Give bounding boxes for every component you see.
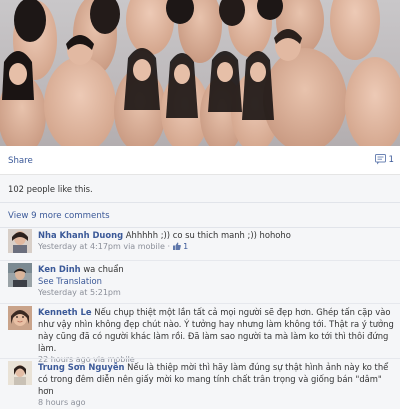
divider bbox=[0, 227, 400, 228]
comment-body: Trung Sơn Nguyễn Nếu là thiệp mời thì hã… bbox=[38, 361, 394, 409]
comment-author[interactable]: Kenneth Le bbox=[38, 307, 92, 317]
comment-author[interactable]: Ken Dinh bbox=[38, 264, 81, 274]
speech-bubble-icon bbox=[374, 153, 386, 167]
comment-count-button[interactable]: 1 bbox=[374, 153, 394, 167]
avatar[interactable] bbox=[8, 229, 32, 253]
divider bbox=[0, 202, 400, 203]
comment-meta: Yesterday at 4:17pm via mobile · 1 bbox=[38, 241, 394, 254]
likes-summary[interactable]: 102 people like this. bbox=[8, 184, 93, 194]
avatar[interactable] bbox=[8, 306, 32, 330]
comment-like-count[interactable]: 1 bbox=[183, 242, 188, 251]
thumbs-up-icon[interactable] bbox=[172, 242, 181, 254]
feedback-section: 102 people like this. View 9 more commen… bbox=[0, 175, 400, 409]
avatar[interactable] bbox=[8, 263, 32, 287]
comment-timestamp[interactable]: Yesterday at 4:17pm bbox=[38, 242, 121, 251]
comment-timestamp[interactable]: Yesterday at 5:21pm bbox=[38, 288, 121, 297]
comment-timestamp[interactable]: 8 hours ago bbox=[38, 398, 86, 407]
comment-author[interactable]: Trung Sơn Nguyễn bbox=[38, 362, 125, 372]
comment-item: Kenneth Le Nếu chụp thiệt một lần tất cả… bbox=[0, 306, 400, 364]
comment-item: Ken Dinh wa chuẩn See Translation Yester… bbox=[0, 263, 400, 305]
comment-source: via mobile bbox=[123, 242, 165, 251]
divider bbox=[0, 358, 400, 359]
comment-body: Ken Dinh wa chuẩn See Translation Yester… bbox=[38, 263, 394, 299]
facebook-post: Share 1 102 people like this. View 9 mor… bbox=[0, 0, 400, 409]
comment-text: Nếu chụp thiệt một lần tất cả mọi người … bbox=[38, 307, 394, 353]
comment-author[interactable]: Nha Khanh Duong bbox=[38, 230, 123, 240]
see-translation-link[interactable]: See Translation bbox=[38, 275, 394, 287]
divider bbox=[0, 260, 400, 261]
comment-text: wa chuẩn bbox=[83, 264, 124, 274]
comment-text: Ahhhhh ;)) co su thich manh ;)) hohoho bbox=[125, 230, 291, 240]
avatar[interactable] bbox=[8, 361, 32, 385]
comment-item: Nha Khanh Duong Ahhhhh ;)) co su thich m… bbox=[0, 229, 400, 261]
group-photo-illustration bbox=[0, 0, 400, 146]
view-more-comments-link[interactable]: View 9 more comments bbox=[8, 211, 110, 221]
comment-body: Kenneth Le Nếu chụp thiệt một lần tất cả… bbox=[38, 306, 394, 366]
divider bbox=[0, 303, 400, 304]
separator-dot: · bbox=[167, 242, 170, 251]
comment-body: Nha Khanh Duong Ahhhhh ;)) co su thich m… bbox=[38, 229, 394, 254]
comment-meta: 8 hours ago bbox=[38, 397, 394, 409]
post-photo[interactable] bbox=[0, 0, 400, 146]
post-action-bar: Share 1 bbox=[0, 146, 400, 175]
comment-meta: Yesterday at 5:21pm bbox=[38, 287, 394, 299]
comment-count: 1 bbox=[388, 155, 394, 165]
share-link[interactable]: Share bbox=[8, 156, 33, 166]
comment-item: Trung Sơn Nguyễn Nếu là thiệp mời thì hã… bbox=[0, 361, 400, 409]
